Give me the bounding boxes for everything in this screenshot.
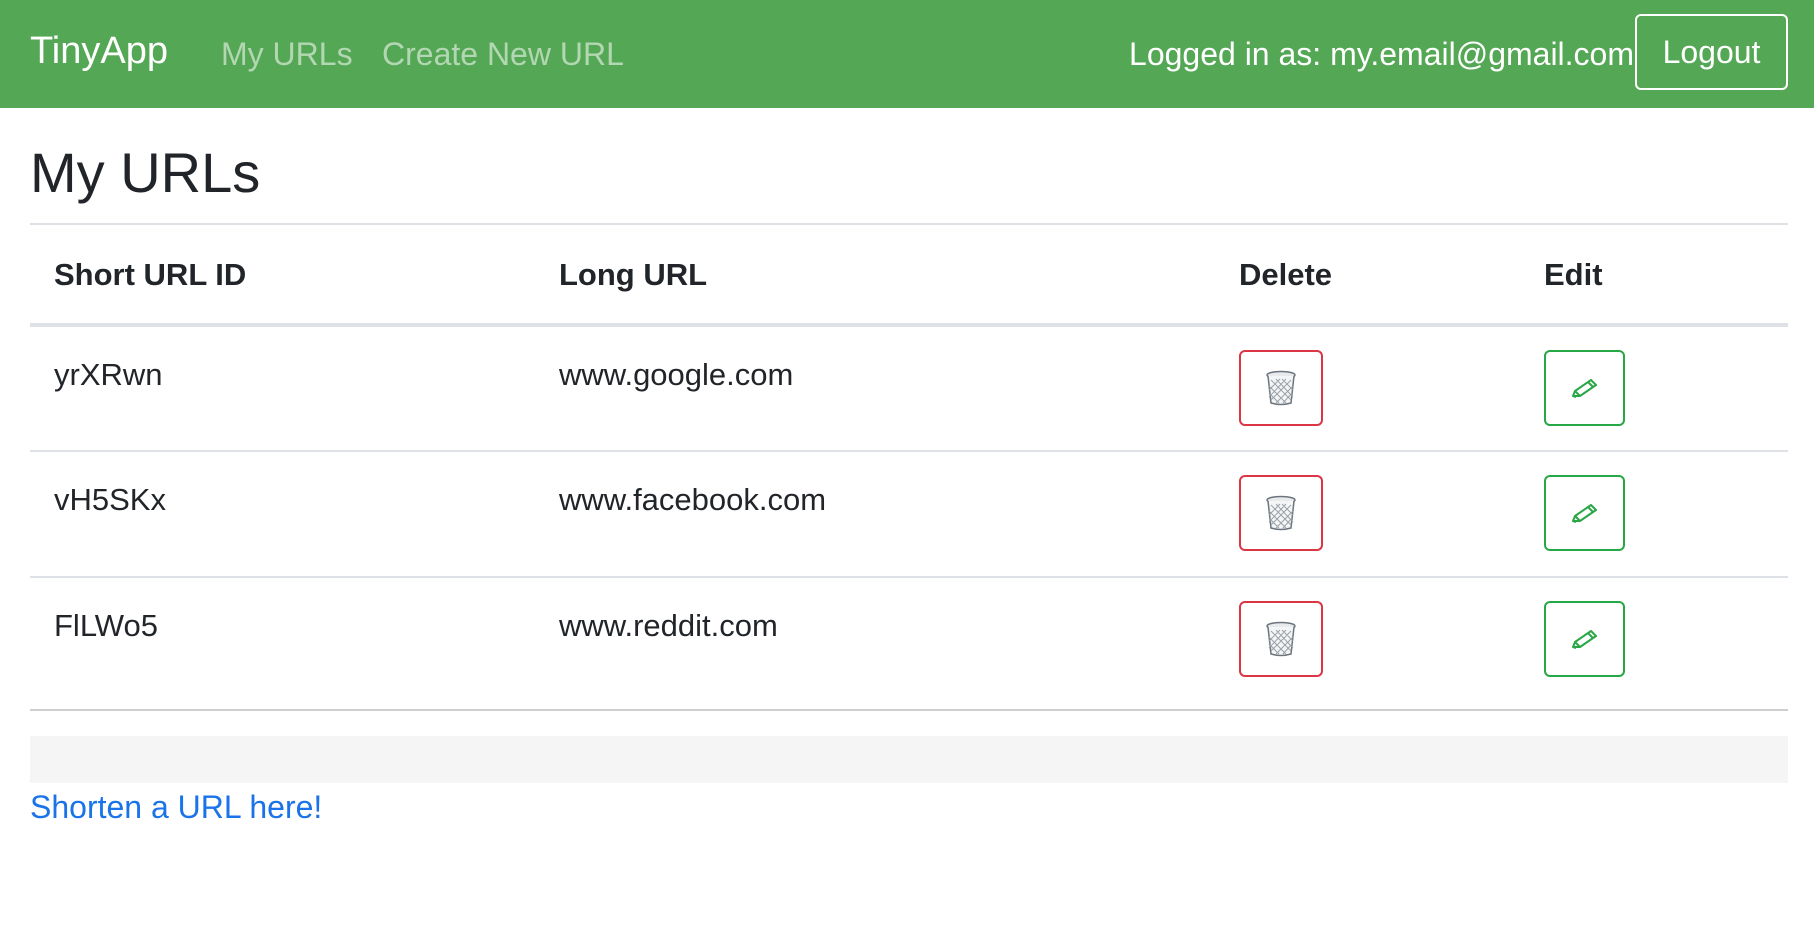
nav-link-create-new-url[interactable]: Create New URL xyxy=(382,36,624,73)
brand-logo[interactable]: TinyApp xyxy=(30,30,168,73)
edit-button[interactable] xyxy=(1544,601,1625,677)
table-row: FlLWo5 www.reddit.com xyxy=(30,577,1788,710)
delete-button[interactable] xyxy=(1239,601,1323,677)
nav-link-my-urls[interactable]: My URLs xyxy=(221,36,353,73)
shorten-url-link[interactable]: Shorten a URL here! xyxy=(30,789,322,826)
header-long-url: Long URL xyxy=(559,257,708,292)
delete-button[interactable] xyxy=(1239,475,1323,551)
urls-table: Short URL ID Long URL Delete Edit yrXRwn… xyxy=(30,223,1788,711)
short-url-id: vH5SKx xyxy=(54,482,166,517)
trash-icon xyxy=(1266,495,1296,531)
short-url-id: FlLWo5 xyxy=(54,608,158,643)
edit-button[interactable] xyxy=(1544,475,1625,551)
short-url-id: yrXRwn xyxy=(54,357,163,392)
table-row: yrXRwn www.google.com xyxy=(30,325,1788,451)
table-header-row: Short URL ID Long URL Delete Edit xyxy=(30,224,1788,325)
trash-icon xyxy=(1266,370,1296,406)
long-url: www.google.com xyxy=(559,357,794,392)
pencil-icon xyxy=(1571,504,1597,523)
header-short-url-id: Short URL ID xyxy=(54,257,247,292)
edit-button[interactable] xyxy=(1544,350,1625,426)
delete-button[interactable] xyxy=(1239,350,1323,426)
header-delete: Delete xyxy=(1239,257,1333,292)
navbar: TinyApp My URLs Create New URL Logged in… xyxy=(0,0,1814,108)
logged-in-status: Logged in as: my.email@gmail.com xyxy=(1129,36,1634,72)
pencil-icon xyxy=(1571,630,1597,649)
table-row: vH5SKx www.facebook.com xyxy=(30,451,1788,577)
long-url: www.reddit.com xyxy=(559,608,778,643)
page-title: My URLs xyxy=(30,141,261,204)
long-url: www.facebook.com xyxy=(559,482,827,517)
pencil-icon xyxy=(1571,379,1597,398)
logout-button[interactable]: Logout xyxy=(1635,14,1788,90)
footer-band xyxy=(30,736,1788,783)
header-edit: Edit xyxy=(1544,257,1603,292)
trash-icon xyxy=(1266,621,1296,657)
